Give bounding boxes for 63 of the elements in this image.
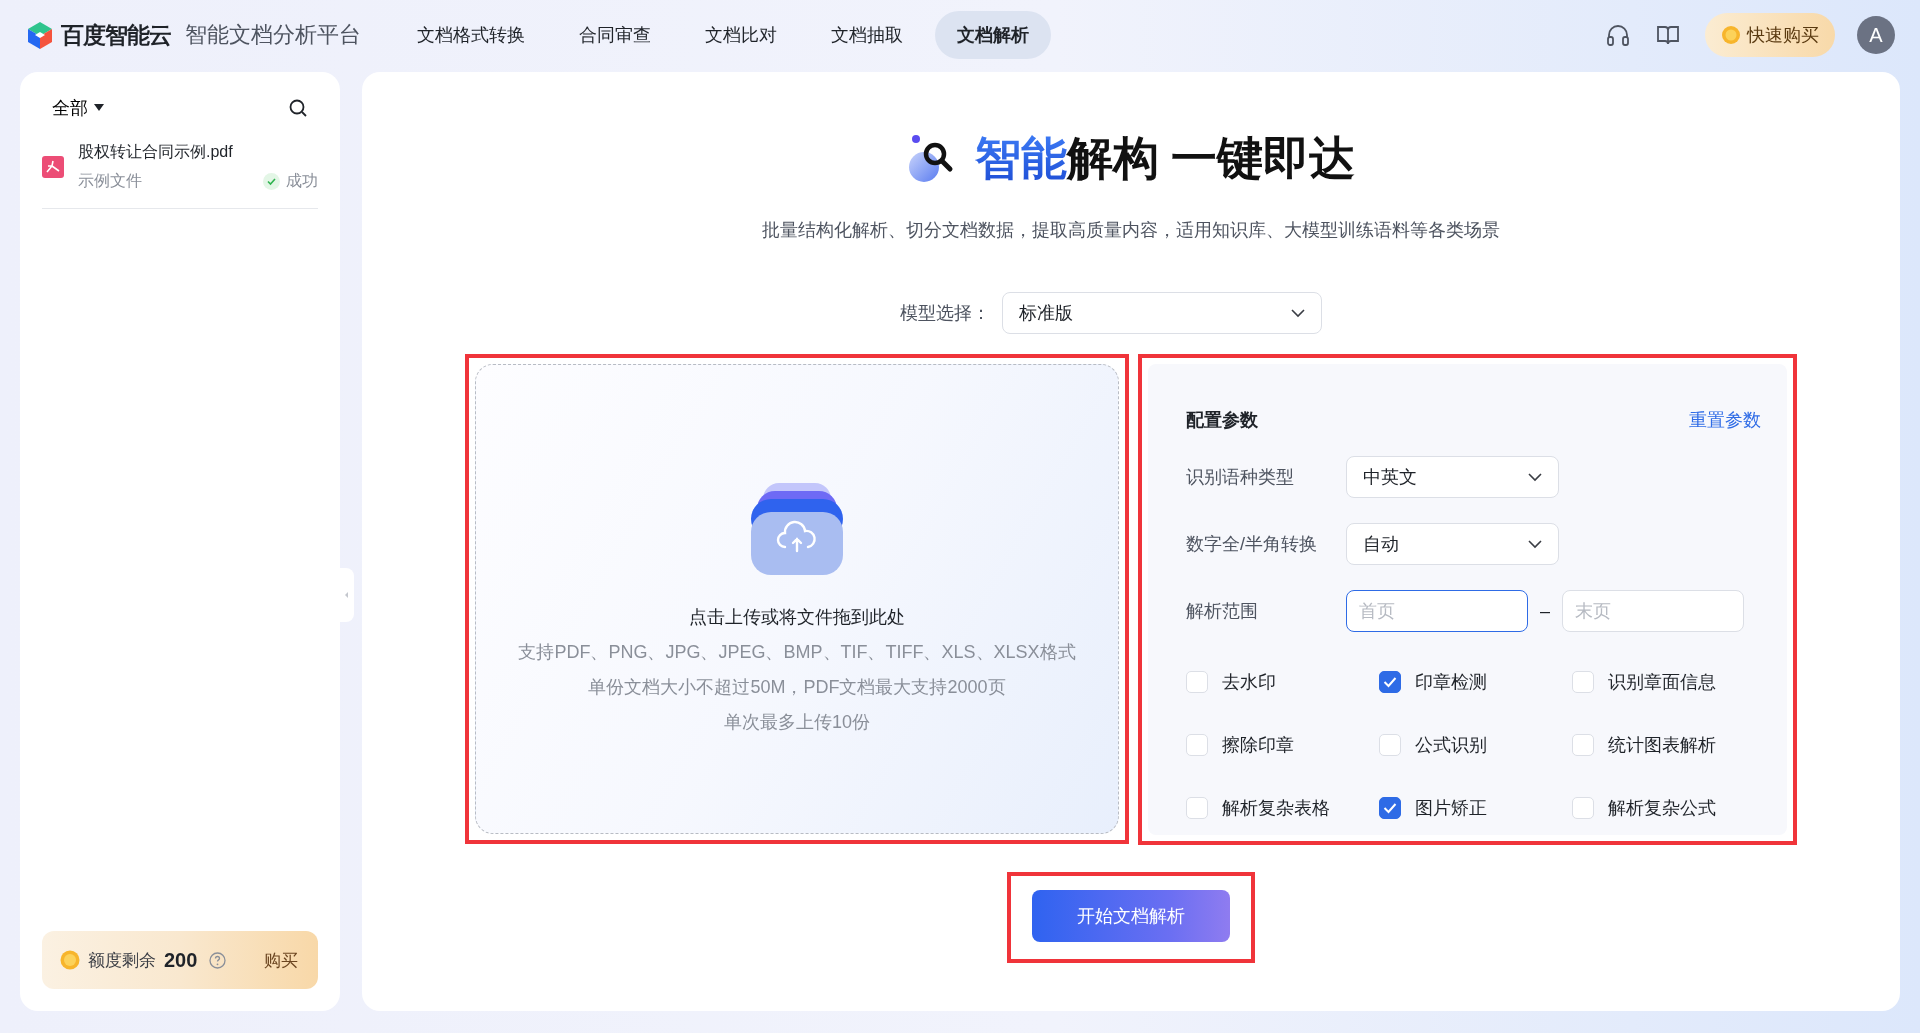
quota-label: 额度剩余 [88, 949, 156, 972]
quota-value: 200 [164, 948, 198, 972]
check-circle-icon [263, 173, 280, 190]
headphones-icon[interactable] [1605, 22, 1631, 48]
subtitle: 批量结构化解析、切分文档数据，提取高质量内容，适用知识库、大模型训练语料等各类场景 [762, 219, 1500, 242]
help-icon[interactable] [209, 951, 227, 969]
range-separator: – [1540, 600, 1550, 622]
buy-link[interactable]: 购买 [264, 948, 298, 972]
check-icon [1383, 802, 1397, 814]
upload-folder-icon [749, 481, 845, 577]
page-input[interactable]: 首页 [1346, 590, 1528, 632]
checkbox[interactable] [1379, 797, 1401, 819]
collapse-handle-icon[interactable] [340, 568, 354, 622]
option-label: 图片矫正 [1415, 797, 1487, 820]
option-label: 印章检测 [1415, 671, 1487, 694]
user-avatar[interactable]: A [1857, 16, 1895, 54]
upload-note: 单次最多上传10份 [724, 711, 870, 734]
file-name: 股权转让合同示例.pdf [78, 142, 234, 162]
upload-dropzone[interactable]: 点击上传或将文件拖到此处 支持PDF、PNG、JPG、JPEG、BMP、TIF、TIFF、XLS、XLSX格式 单份文档大小不超过50M，PDF文档最大支持2000页 单次最多上传10份 [475, 364, 1119, 834]
option-label: 公式识别 [1415, 734, 1487, 757]
platform-name: 智能文档分析平台 [185, 21, 361, 49]
chevron-down-icon [1528, 472, 1542, 482]
buy-button[interactable]: 快速购买 [1705, 13, 1835, 57]
option-label: 擦除印章 [1222, 734, 1294, 757]
nav-tab[interactable]: 文档抽取 [809, 11, 925, 59]
checkbox[interactable] [1379, 671, 1401, 693]
dropdown-select[interactable]: 中英文 [1346, 456, 1559, 498]
pdf-file-icon [42, 156, 64, 178]
caret-icon [94, 104, 104, 112]
field-label: 数字全/半角转换 [1186, 533, 1318, 556]
upload-note: 支持PDF、PNG、JPG、JPEG、BMP、TIF、TIFF、XLS、XLSX格式 [518, 641, 1076, 664]
cube-logo-icon [25, 20, 55, 50]
option-label: 统计图表解析 [1608, 734, 1716, 757]
nav-tab[interactable]: 文档格式转换 [395, 11, 547, 59]
upload-prompt: 点击上传或将文件拖到此处 [689, 606, 905, 629]
start-button[interactable]: 开始文档解析 [1032, 890, 1230, 942]
coin-icon [1721, 25, 1741, 45]
page-title: 智能解构 一键即达 [974, 131, 1356, 186]
search-icon[interactable] [288, 98, 308, 118]
logo-text: 百度智能云 [61, 20, 171, 50]
model-select[interactable]: 标准版 [1002, 292, 1322, 334]
upload-note: 单份文档大小不超过50M，PDF文档最大支持2000页 [588, 676, 1006, 699]
chevron-down-icon [1528, 539, 1542, 549]
option-label: 去水印 [1222, 671, 1276, 694]
option-label: 解析复杂公式 [1608, 797, 1716, 820]
option-label: 解析复杂表格 [1222, 797, 1330, 820]
status-text: 成功 [286, 171, 318, 191]
check-icon [1383, 676, 1397, 688]
nav-tab[interactable]: 文档比对 [683, 11, 799, 59]
field-label: 识别语种类型 [1186, 466, 1295, 489]
option-label: 识别章面信息 [1608, 671, 1716, 694]
chevron-down-icon [1291, 308, 1305, 318]
reset-link[interactable]: 重置参数 [1689, 408, 1761, 432]
coin-icon [60, 950, 80, 970]
field-label: 解析范围 [1186, 600, 1259, 623]
filter-dropdown[interactable]: 全部 [52, 96, 104, 120]
file-item[interactable]: 股权转让合同示例.pdf 示例文件 成功 [42, 130, 318, 209]
config-title: 配置参数 [1186, 409, 1258, 432]
nav-tab[interactable]: 合同审查 [557, 11, 673, 59]
nav-tab[interactable]: 文档解析 [935, 11, 1051, 59]
dropdown-select[interactable]: 自动 [1346, 523, 1559, 565]
model-label: 模型选择： [900, 302, 990, 325]
file-tag: 示例文件 [78, 171, 142, 192]
